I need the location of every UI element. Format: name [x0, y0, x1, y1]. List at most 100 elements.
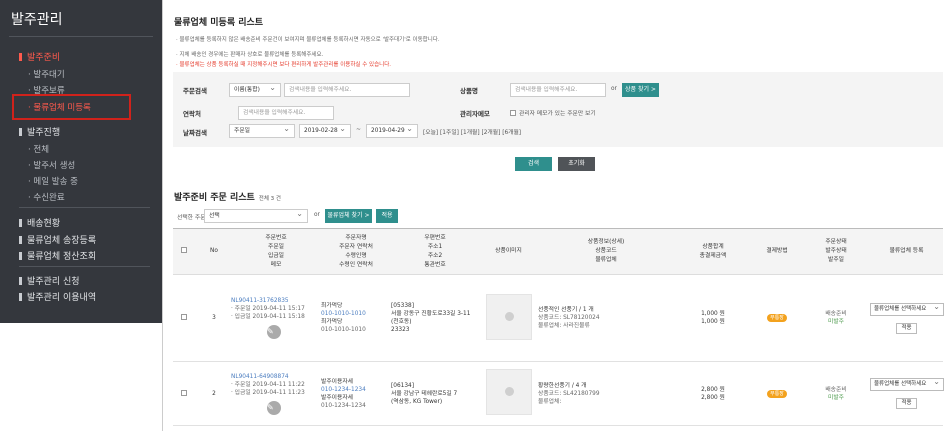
- header-buyer: 주문자명 주문자 연락처 수령인명 수령인 연락처: [321, 228, 391, 275]
- page-note: · 물류업체를 등록하지 않은 배송준비 주문건이 보여지며 물류업체를 등록하…: [176, 37, 440, 43]
- quick-date-links[interactable]: [오늘] [1주일] [1개월] [2개월] [6개월]: [423, 127, 521, 136]
- sidebar-item-all[interactable]: · 전체: [28, 143, 49, 155]
- sidebar-title: 발주관리: [11, 12, 63, 28]
- sidebar-group-label: 배송현황: [27, 219, 61, 229]
- date-type-select[interactable]: 주문일: [229, 124, 295, 138]
- sidebar-item-mailing[interactable]: · 메일 발송 중: [28, 175, 78, 187]
- vendor-select[interactable]: 물류업체를 선택하세요: [870, 302, 944, 316]
- header-product-info: 상품정보(상세) 상품코드 물류업체: [538, 228, 674, 275]
- buyer-name: 발주이용자세: [321, 378, 353, 385]
- or-text: or: [314, 212, 320, 218]
- main-content: 물류업체 미등록 리스트 · 물류업체를 등록하지 않은 배송준비 주문건이 보…: [162, 0, 950, 431]
- address1: 서울 강남구 테헤란로5길 7: [391, 390, 458, 397]
- vendor-select[interactable]: 물류업체를 선택하세요: [870, 378, 944, 391]
- row-checkbox[interactable]: [173, 361, 197, 426]
- address2: (역삼동, KG Tower): [391, 398, 443, 405]
- row-apply-button[interactable]: 적용: [896, 322, 917, 334]
- row-checkbox[interactable]: [173, 274, 197, 362]
- order-status: 배송준비: [825, 311, 847, 317]
- row-apply-button[interactable]: 적용: [896, 398, 917, 409]
- contact-label: 연락처: [183, 110, 201, 118]
- vendor-register-cell: 물류업체를 선택하세요 적용: [870, 361, 944, 426]
- order-date: · 주문일 2019-04-11 15:17: [231, 306, 305, 312]
- order-number-link[interactable]: NL90411-31762835: [231, 297, 321, 305]
- checkbox-icon[interactable]: [510, 110, 516, 116]
- group-bar-icon: [19, 252, 22, 260]
- group-bar-icon: [19, 236, 22, 244]
- order-type-select[interactable]: 이름(통합): [229, 83, 281, 97]
- order-status: 배송준비: [825, 386, 847, 393]
- header-checkbox[interactable]: [173, 228, 197, 275]
- address-cell: [06134] 서울 강남구 테헤란로5길 7 (역삼동, KG Tower): [391, 361, 479, 426]
- product-label: 상품명: [460, 87, 478, 95]
- sidebar-group-apply[interactable]: 발주관리 신청: [19, 274, 80, 287]
- sidebar-group-label: 물류업체 정산조회: [27, 252, 97, 262]
- table-row: 3 NL90411-31762835 · 주문일 2019-04-11 15:1…: [173, 274, 944, 362]
- date-from-input[interactable]: 2019-02-28: [299, 124, 351, 138]
- checkbox-icon[interactable]: [180, 247, 187, 253]
- checkbox-icon[interactable]: [180, 389, 187, 396]
- pay-date: · 입금일 2019-04-11 15:18: [231, 314, 305, 320]
- order-state: 미발주: [828, 319, 844, 325]
- payment-cell: 무통장: [752, 274, 802, 362]
- product-code: 상품코드: SL42180799: [538, 390, 600, 397]
- order-state: 미발주: [828, 394, 844, 401]
- group-bar-icon: [19, 293, 22, 301]
- vendor-find-button[interactable]: 물류업체 찾기 >: [325, 209, 372, 223]
- product-search-input[interactable]: 검색내용을 입력해주세요.: [510, 83, 606, 97]
- table-row: 2 NL90411-64908874 · 주문일 2019-04-11 11:2…: [173, 361, 944, 426]
- group-bar-icon: [19, 53, 22, 61]
- sidebar-item-create[interactable]: · 발주서 생성: [28, 159, 75, 171]
- search-button[interactable]: 검색: [515, 157, 552, 171]
- date-to-input[interactable]: 2019-04-29: [366, 124, 418, 138]
- table-header: No 주문번호 주문일 입금일 메모 주문자명 주문자 연락처 수령인명 수령인…: [173, 228, 943, 275]
- memo-icon[interactable]: ✎: [267, 400, 281, 415]
- header-status: 주문상태 발주상태 발주일: [802, 228, 870, 275]
- product-vendor: 물류업체: 사라진물류: [538, 323, 590, 329]
- sidebar-group-settle[interactable]: 물류업체 정산조회: [19, 249, 96, 262]
- product-image-placeholder-icon: [485, 293, 532, 340]
- sidebar-group-usage[interactable]: 발주관리 이용내역: [19, 290, 96, 303]
- tilde-text: ~: [356, 127, 361, 133]
- date-label: 날짜검색: [183, 129, 207, 137]
- sidebar-group-label: 발주진행: [27, 128, 61, 138]
- search-panel: 주문검색 이름(통합) 검색내용을 입력해주세요. 상품명 검색내용을 입력해주…: [173, 72, 943, 147]
- buyer-tel: 010-1010-1010: [321, 311, 366, 317]
- memo-icon[interactable]: ✎: [267, 325, 281, 339]
- checkbox-icon[interactable]: [180, 314, 187, 320]
- order-number-link[interactable]: NL90411-64908874: [231, 373, 321, 381]
- sidebar-group-progress[interactable]: 발주진행: [19, 125, 60, 138]
- contact-input[interactable]: 검색내용을 입력해주세요.: [238, 106, 334, 120]
- bulk-label: 선택한 주문: [177, 215, 206, 221]
- buyer-cell: 최가먹당 010-1010-1010 최가먹당 010-1010-1010: [321, 274, 391, 362]
- reset-button[interactable]: 초기화: [558, 157, 595, 171]
- order-search-label: 주문검색: [183, 87, 207, 95]
- sidebar-item-received[interactable]: · 수신완료: [28, 191, 65, 203]
- list-title-text: 발주준비 주문 리스트: [174, 193, 255, 203]
- order-search-input[interactable]: 검색내용을 입력해주세요.: [284, 83, 410, 97]
- sidebar-group-label: 물류업체 송장등록: [27, 236, 97, 246]
- amount-cell: 1,000 원 1,000 원: [674, 274, 752, 362]
- product-find-button[interactable]: 상품 찾기 >: [622, 83, 659, 97]
- memo-checkbox[interactable]: 관리자 메모가 있는 주문만 보기: [510, 108, 596, 117]
- payment-cell: 무통장: [752, 361, 802, 426]
- sidebar-group-prep[interactable]: 발주준비: [19, 50, 60, 63]
- bulk-apply-button[interactable]: 적용: [376, 209, 398, 223]
- header-order: 주문번호 주문일 입금일 메모: [231, 228, 321, 275]
- product-info-cell: 황량한선풍기 / 4 개 상품코드: SL42180799 물류업체:: [538, 361, 674, 426]
- sidebar-group-stock[interactable]: 배송현황: [19, 216, 60, 229]
- header-payment: 결제방법: [752, 228, 802, 275]
- bulk-select[interactable]: 선택: [204, 209, 308, 223]
- order-date: · 주문일 2019-04-11 11:22: [231, 381, 305, 388]
- page-note-warning: · 물류업체는 상품 등록하실 때 지정해주시면 보다 편리하게 발주관리를 이…: [176, 62, 392, 68]
- sidebar-line: [19, 207, 150, 208]
- sidebar-item-waiting[interactable]: · 발주대기: [28, 68, 65, 80]
- vendor-register-cell: 물류업체를 선택하세요 적용: [870, 274, 944, 362]
- buyer-cell: 발주이용자세 010-1234-1234 발주이용자세 010-1234-123…: [321, 361, 391, 426]
- address1: 서울 강동구 진황도로33길 3-11: [391, 311, 471, 317]
- product-name: 선풍적인 선풍기 / 1 개: [538, 307, 594, 313]
- status-cell: 배송준비 미발주: [802, 274, 870, 362]
- order-table: No 주문번호 주문일 입금일 메모 주문자명 주문자 연락처 수령인명 수령인…: [173, 228, 944, 426]
- sidebar-group-invoice[interactable]: 물류업체 송장등록: [19, 233, 96, 246]
- total-amount: 1,000 원: [701, 319, 725, 325]
